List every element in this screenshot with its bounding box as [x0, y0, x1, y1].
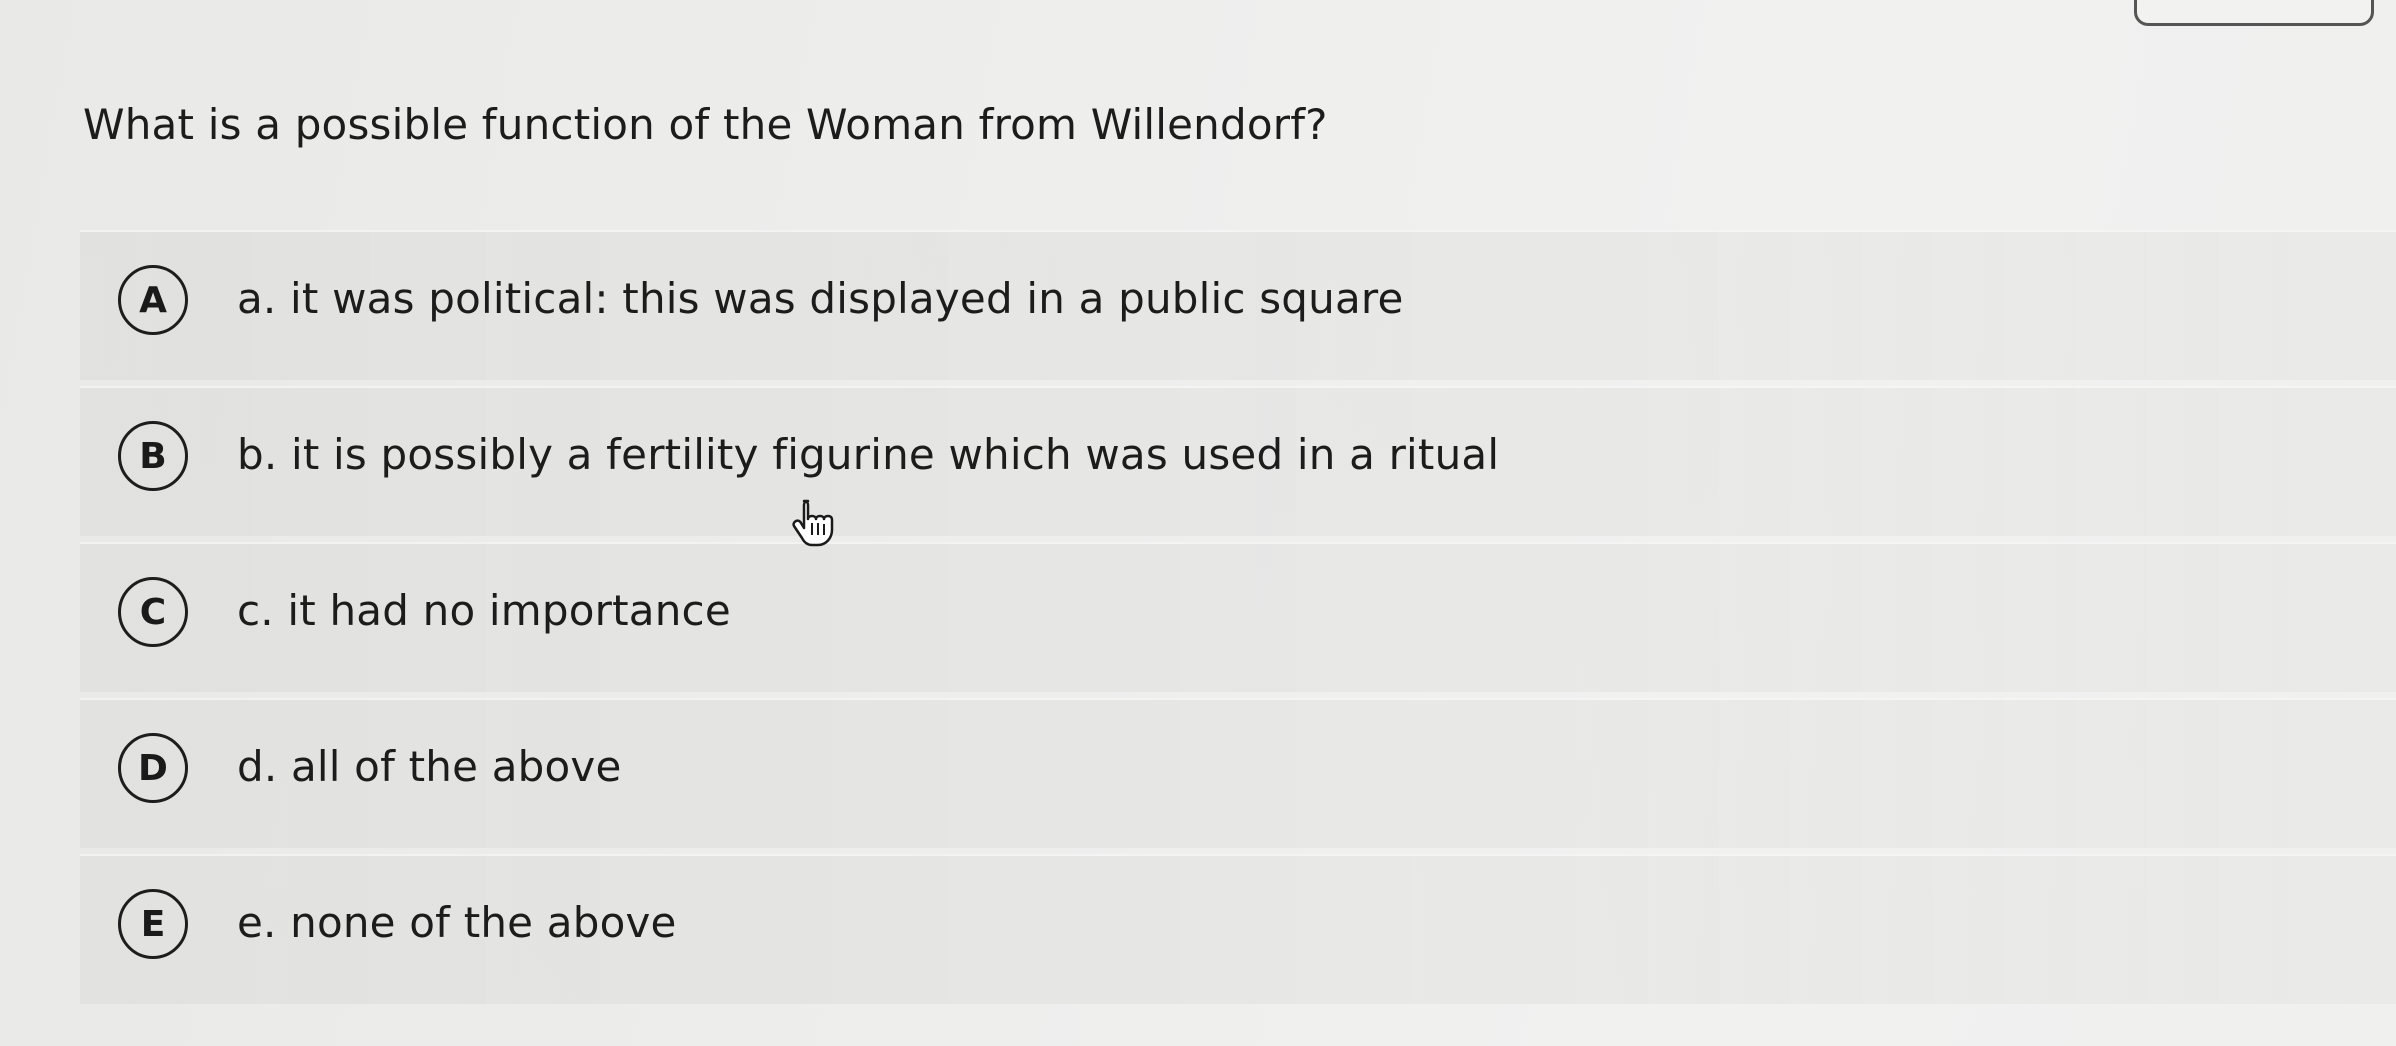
option-e-badge[interactable]: E [118, 889, 188, 959]
option-c-label: c. it had no importance [237, 586, 731, 635]
option-e[interactable]: E e. none of the above [80, 854, 2396, 1004]
option-a-badge[interactable]: A [118, 265, 188, 335]
option-b-label: b. it is possibly a fertility figurine w… [237, 430, 1500, 479]
option-a-label: a. it was political: this was displayed … [237, 274, 1404, 323]
option-c-badge[interactable]: C [118, 577, 188, 647]
option-e-label: e. none of the above [237, 898, 677, 947]
top-right-button[interactable] [2134, 0, 2374, 26]
option-b[interactable]: B b. it is possibly a fertility figurine… [80, 386, 2396, 536]
option-b-badge[interactable]: B [118, 421, 188, 491]
option-d[interactable]: D d. all of the above [80, 698, 2396, 848]
question-text: What is a possible function of the Woman… [83, 100, 1328, 149]
option-d-badge[interactable]: D [118, 733, 188, 803]
option-a[interactable]: A a. it was political: this was displaye… [80, 230, 2396, 380]
answer-options: A a. it was political: this was displaye… [80, 230, 2396, 1010]
option-c[interactable]: C c. it had no importance [80, 542, 2396, 692]
option-d-label: d. all of the above [237, 742, 622, 791]
hand-pointer-icon [792, 499, 834, 547]
